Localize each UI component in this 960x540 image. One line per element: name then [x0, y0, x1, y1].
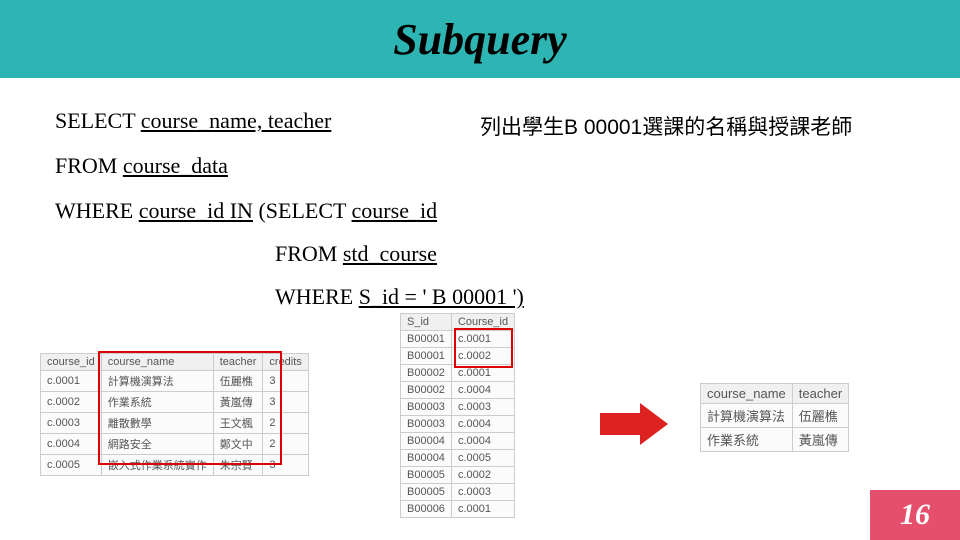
sql-line-4: FROM std_course	[275, 241, 437, 267]
table-course-data: course_id course_name teacher credits c.…	[40, 353, 309, 476]
page-number-badge: 16	[870, 490, 960, 540]
sql-line-5: WHERE S_id = ' B 00001 ')	[275, 284, 524, 310]
table-result: course_name teacher 計算機演算法伍麗樵 作業系統黃嵐傳	[700, 383, 849, 452]
col-header: Course_id	[451, 314, 514, 331]
table-row: B00003c.0004	[401, 416, 515, 433]
title-band: Subquery	[0, 0, 960, 78]
table-row: B00006c.0001	[401, 501, 515, 518]
table-row: c.0001計算機演算法伍麗樵3	[41, 371, 309, 392]
table-row: B00001c.0001	[401, 331, 515, 348]
query-description: 列出學生B 00001選課的名稱與授課老師	[480, 111, 852, 141]
table-row: B00001c.0002	[401, 348, 515, 365]
table-row: B00002c.0004	[401, 382, 515, 399]
table-row: B00005c.0002	[401, 467, 515, 484]
table-row: B00004c.0005	[401, 450, 515, 467]
col-header: S_id	[401, 314, 452, 331]
col-header: credits	[263, 354, 308, 371]
arrow-icon	[600, 413, 640, 435]
sql-line-1: SELECT course_name, teacher	[55, 108, 331, 134]
table-header-row: S_id Course_id	[401, 314, 515, 331]
col-header: teacher	[213, 354, 263, 371]
table-header-row: course_id course_name teacher credits	[41, 354, 309, 371]
table-row: c.0002作業系統黃嵐傳3	[41, 392, 309, 413]
sql-line-3: WHERE course_id IN (SELECT course_id	[55, 198, 437, 224]
col-header: course_name	[701, 384, 793, 404]
slide-content: SELECT course_name, teacher 列出學生B 00001選…	[0, 78, 960, 540]
table-row: c.0004網路安全鄭文中2	[41, 434, 309, 455]
table-std-course: S_id Course_id B00001c.0001 B00001c.0002…	[400, 313, 515, 518]
table-header-row: course_name teacher	[701, 384, 849, 404]
slide-title: Subquery	[393, 14, 567, 65]
col-header: course_id	[41, 354, 102, 371]
arrow-head-icon	[640, 403, 668, 445]
table-row: 作業系統黃嵐傳	[701, 428, 849, 452]
table-row: c.0003離散數學王文楓2	[41, 413, 309, 434]
table-row: 計算機演算法伍麗樵	[701, 404, 849, 428]
table-row: B00004c.0004	[401, 433, 515, 450]
col-header: teacher	[792, 384, 848, 404]
table-row: c.0005嵌入式作業系統實作朱宗賢3	[41, 455, 309, 476]
col-header: course_name	[101, 354, 213, 371]
table-row: B00002c.0001	[401, 365, 515, 382]
sql-line-2: FROM course_data	[55, 153, 228, 179]
table-row: B00003c.0003	[401, 399, 515, 416]
table-row: B00005c.0003	[401, 484, 515, 501]
